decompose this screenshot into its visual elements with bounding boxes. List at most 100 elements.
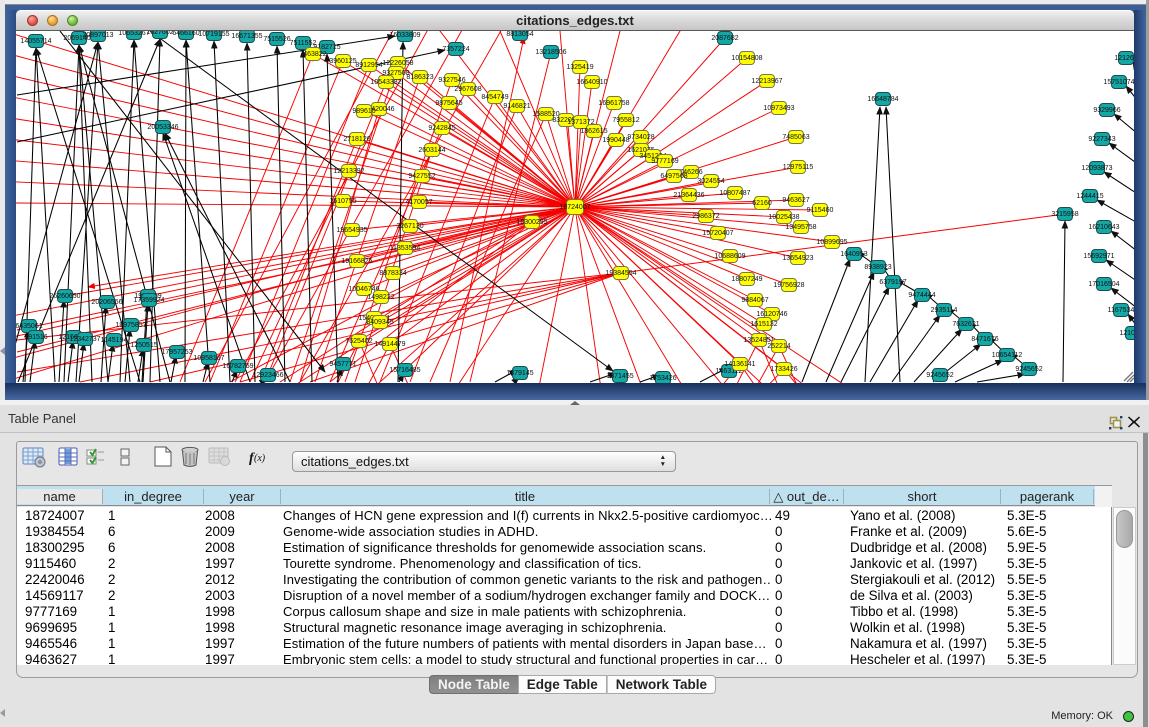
svg-text:26260650: 26260650 (49, 293, 80, 300)
svg-text:19654935: 19654935 (336, 227, 367, 234)
svg-text:1325419: 1325419 (566, 64, 593, 71)
svg-text:252214: 252214 (767, 343, 790, 350)
svg-text:2967608: 2967608 (454, 86, 481, 93)
svg-text:10719155: 10719155 (198, 31, 229, 38)
svg-text:13654923: 13654923 (782, 255, 813, 262)
svg-text:1244415: 1244415 (1076, 193, 1103, 200)
svg-text:9734028: 9734028 (627, 134, 654, 141)
svg-text:17359924: 17359924 (133, 297, 164, 304)
svg-text:10154808: 10154808 (731, 55, 762, 62)
svg-text:14914479: 14914479 (374, 341, 405, 348)
svg-text:10973493: 10973493 (763, 105, 794, 112)
svg-text:17957253: 17957253 (161, 349, 192, 356)
svg-text:6379197: 6379197 (879, 279, 906, 286)
svg-text:9427552: 9427552 (408, 173, 435, 180)
svg-text:2718126: 2718126 (343, 136, 370, 143)
svg-text:9242845: 9242845 (428, 125, 455, 132)
svg-text:10653267: 10653267 (118, 31, 149, 37)
svg-text:9463627: 9463627 (782, 197, 809, 204)
svg-text:12093873: 12093873 (1081, 165, 1112, 172)
svg-text:18724007: 18724007 (559, 204, 590, 211)
svg-text:19166825: 19166825 (341, 258, 372, 265)
svg-text:18807249: 18807249 (731, 276, 762, 283)
svg-text:6435061: 6435061 (16, 323, 43, 330)
svg-text:8912954: 8912954 (355, 62, 382, 69)
svg-text:14136141: 14136141 (724, 361, 755, 368)
svg-text:7357224: 7357224 (442, 46, 469, 53)
svg-text:2603144: 2603144 (418, 147, 445, 154)
svg-text:1753426: 1753426 (649, 375, 676, 382)
svg-text:9474444: 9474444 (908, 292, 935, 299)
svg-text:10688609: 10688609 (714, 253, 745, 260)
svg-text:17016504: 17016504 (1088, 281, 1119, 288)
svg-text:1610755: 1610755 (329, 198, 356, 205)
svg-text:12975115: 12975115 (783, 164, 814, 171)
svg-text:6466160: 6466160 (172, 31, 199, 37)
svg-text:7485063: 7485063 (782, 134, 809, 141)
svg-text:9457771: 9457771 (329, 361, 356, 368)
svg-text:12213967: 12213967 (751, 78, 782, 85)
svg-text:3267130: 3267130 (396, 223, 423, 230)
svg-text:1615132: 1615132 (750, 321, 777, 328)
svg-text:2986372: 2986372 (692, 213, 719, 220)
svg-text:6497568: 6497568 (660, 173, 687, 180)
svg-text:20053346: 20053346 (147, 124, 178, 131)
svg-text:8471676: 8471676 (971, 336, 998, 343)
svg-text:20897013: 20897013 (82, 32, 113, 39)
svg-text:7632621: 7632621 (952, 321, 979, 328)
svg-text:9227343: 9227343 (1088, 136, 1115, 143)
svg-text:1167534: 1167534 (1108, 307, 1134, 314)
svg-text:20206556: 20206556 (91, 299, 122, 306)
svg-text:1527602: 1527602 (146, 31, 173, 36)
svg-text:2935114: 2935114 (931, 307, 958, 314)
svg-text:9875645: 9875645 (435, 100, 462, 107)
svg-text:10025438: 10025438 (768, 214, 799, 221)
svg-text:16033809: 16033809 (389, 32, 420, 39)
svg-text:19756928: 19756928 (773, 282, 804, 289)
svg-text:12342737: 12342737 (69, 336, 100, 343)
svg-text:15692971: 15692971 (1083, 253, 1114, 260)
svg-text:10807487: 10807487 (719, 190, 750, 197)
svg-text:7625402: 7625402 (345, 338, 372, 345)
svg-text:1145194: 1145194 (101, 337, 128, 344)
svg-text:(x): (x) (254, 453, 266, 464)
svg-text:7515526: 7515526 (263, 36, 290, 43)
svg-text:3960125: 3960125 (329, 58, 356, 65)
svg-text:12213392: 12213392 (333, 168, 364, 175)
svg-text:9245652: 9245652 (1015, 366, 1042, 373)
svg-text:1733426: 1733426 (770, 366, 797, 373)
svg-text:1250515: 1250515 (130, 342, 157, 349)
svg-text:391516: 391516 (24, 334, 47, 341)
svg-text:989610: 989610 (352, 108, 375, 115)
svg-text:16961758: 16961758 (598, 100, 629, 107)
svg-text:9146821: 9146821 (503, 103, 530, 110)
svg-text:1640953: 1640953 (840, 251, 867, 258)
svg-text:14055714: 14055714 (20, 38, 51, 45)
svg-text:18300295: 18300295 (516, 219, 547, 226)
svg-text:4170057: 4170057 (405, 199, 432, 206)
svg-text:9115460: 9115460 (807, 207, 834, 214)
svg-text:15751074: 15751074 (1103, 79, 1134, 86)
svg-text:13495758: 13495758 (785, 224, 816, 231)
svg-text:12923466: 12923466 (252, 372, 283, 379)
svg-text:7955812: 7955812 (612, 117, 639, 124)
svg-text:2087682: 2087682 (711, 35, 738, 42)
svg-text:1210363: 1210363 (1119, 330, 1134, 337)
svg-text:15716485: 15716485 (389, 367, 420, 374)
svg-text:15720407: 15720407 (702, 230, 733, 237)
svg-text:13218506: 13218506 (535, 49, 566, 56)
svg-text:1498222: 1498222 (367, 294, 394, 301)
svg-text:11353594: 11353594 (390, 245, 421, 252)
svg-text:16671355: 16671355 (231, 33, 262, 40)
svg-text:16640910: 16640910 (576, 79, 607, 86)
svg-text:9329966: 9329966 (1093, 107, 1120, 114)
svg-text:8409345: 8409345 (366, 319, 393, 326)
svg-text:16210643: 16210643 (1088, 224, 1119, 231)
svg-text:19384554: 19384554 (605, 270, 636, 277)
svg-text:9884067: 9884067 (741, 297, 768, 304)
svg-text:1990448: 1990448 (602, 137, 629, 144)
svg-text:1371455: 1371455 (606, 373, 633, 380)
svg-text:1362615: 1362615 (580, 128, 607, 135)
svg-text:8938923: 8938923 (864, 264, 891, 271)
svg-text:8813054: 8813054 (506, 31, 533, 38)
